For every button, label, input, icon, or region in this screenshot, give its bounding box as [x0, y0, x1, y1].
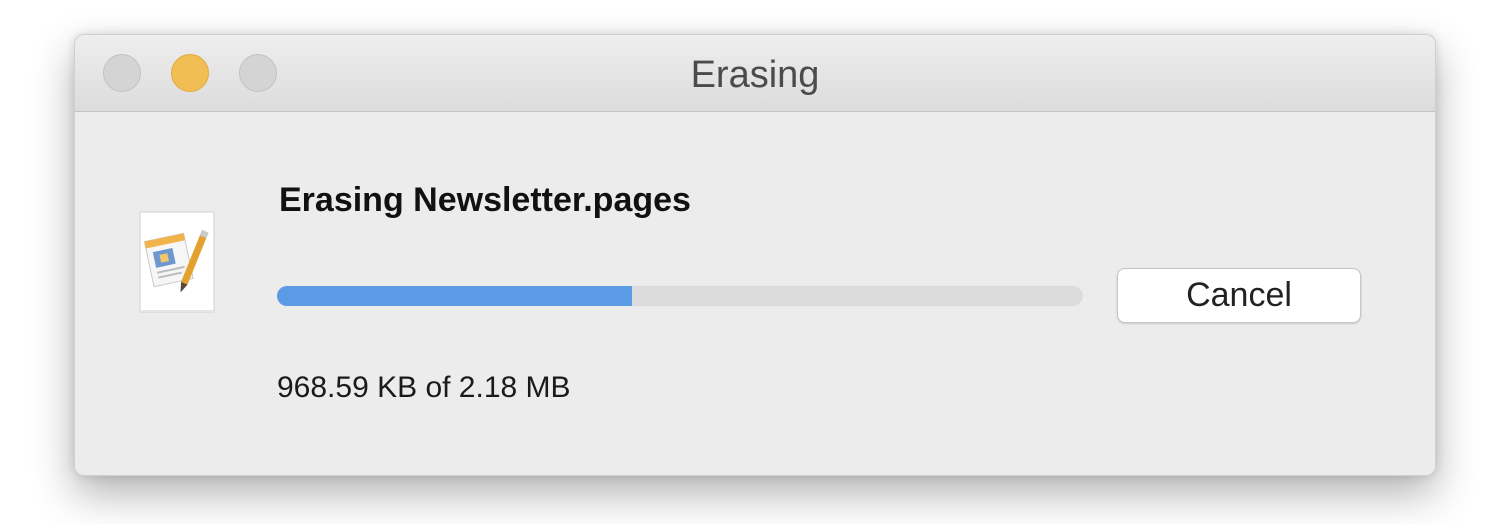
desktop-background: Erasing Erasing Newsletter.pages Cancel …	[0, 0, 1486, 524]
pages-document-icon	[139, 211, 215, 313]
cancel-button[interactable]: Cancel	[1117, 268, 1361, 323]
operation-heading: Erasing Newsletter.pages	[279, 181, 691, 219]
erase-progress-bar	[277, 286, 1083, 306]
erasing-dialog-window: Erasing Erasing Newsletter.pages Cancel …	[74, 34, 1436, 476]
erase-progress-fill	[277, 286, 632, 306]
window-title: Erasing	[690, 54, 820, 96]
progress-status-text: 968.59 KB of 2.18 MB	[277, 371, 571, 404]
title-bar: Erasing	[75, 35, 1435, 112]
